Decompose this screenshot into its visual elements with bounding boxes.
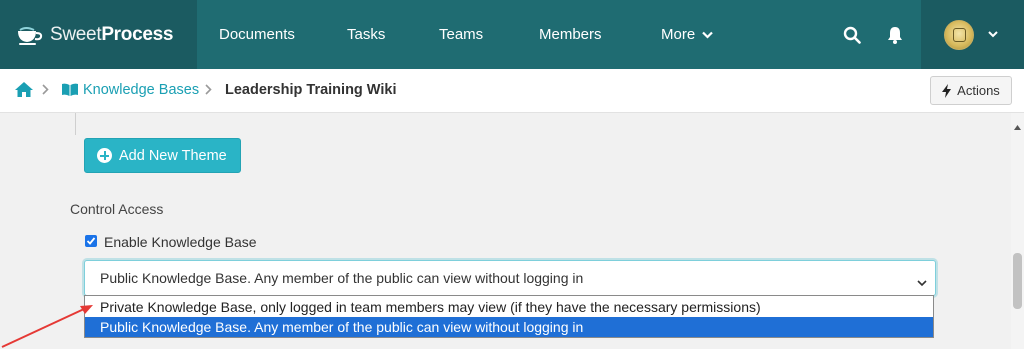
breadcrumb-current-page: Leadership Training Wiki bbox=[225, 82, 397, 98]
visibility-dropdown-list: Private Knowledge Base, only logged in t… bbox=[84, 295, 934, 338]
bolt-icon bbox=[942, 83, 952, 98]
nav-more[interactable]: More bbox=[661, 0, 713, 69]
enable-knowledge-base-label[interactable]: Enable Knowledge Base bbox=[104, 234, 257, 250]
visibility-select[interactable]: Public Knowledge Base. Any member of the… bbox=[84, 260, 936, 296]
chevron-right-icon bbox=[42, 83, 49, 98]
actions-button[interactable]: Actions bbox=[930, 76, 1012, 105]
chevron-down-icon bbox=[988, 31, 998, 38]
nav-teams[interactable]: Teams bbox=[439, 0, 483, 69]
visibility-select-value: Public Knowledge Base. Any member of the… bbox=[100, 270, 584, 286]
brand-name-bold: Process bbox=[101, 23, 174, 45]
top-navigation-bar: SweetProcess Documents Tasks Teams Membe… bbox=[0, 0, 1024, 69]
avatar bbox=[944, 19, 974, 50]
actions-button-label: Actions bbox=[957, 83, 1000, 98]
chevron-right-icon bbox=[205, 83, 212, 98]
user-menu[interactable] bbox=[921, 0, 1024, 69]
breadcrumb: Knowledge Bases Leadership Training Wiki bbox=[0, 69, 1024, 113]
bell-icon[interactable] bbox=[884, 0, 906, 69]
chevron-down-icon bbox=[917, 274, 927, 290]
dropdown-option-public[interactable]: Public Knowledge Base. Any member of the… bbox=[85, 317, 933, 337]
plus-circle-icon bbox=[97, 148, 112, 163]
chevron-down-icon bbox=[702, 31, 713, 39]
main-content: Add New Theme Control Access Enable Know… bbox=[0, 113, 1011, 349]
dropdown-option-private[interactable]: Private Knowledge Base, only logged in t… bbox=[85, 297, 933, 317]
add-new-theme-button[interactable]: Add New Theme bbox=[84, 138, 241, 173]
brand-name: SweetProcess bbox=[50, 24, 173, 46]
scrollbar-thumb[interactable] bbox=[1013, 253, 1022, 309]
brand-logo[interactable]: SweetProcess bbox=[0, 0, 197, 69]
scroll-up-arrow-icon[interactable] bbox=[1014, 117, 1021, 135]
teacup-logo-icon bbox=[16, 24, 44, 46]
annotation-arrow-icon bbox=[1, 305, 93, 348]
brand-name-light: Sweet bbox=[50, 23, 102, 45]
scrollbar[interactable] bbox=[1011, 113, 1024, 349]
nav-members[interactable]: Members bbox=[539, 0, 602, 69]
enable-knowledge-base-checkbox[interactable] bbox=[85, 235, 97, 247]
add-new-theme-label: Add New Theme bbox=[119, 147, 227, 164]
home-icon[interactable] bbox=[14, 81, 34, 103]
breadcrumb-knowledge-bases-link[interactable]: Knowledge Bases bbox=[83, 82, 199, 98]
nav-more-label: More bbox=[661, 26, 696, 43]
book-icon bbox=[61, 83, 79, 102]
nav-documents[interactable]: Documents bbox=[219, 0, 295, 69]
divider bbox=[75, 113, 76, 135]
search-icon[interactable] bbox=[840, 0, 864, 69]
control-access-heading: Control Access bbox=[70, 201, 164, 217]
nav-tasks[interactable]: Tasks bbox=[347, 0, 385, 69]
